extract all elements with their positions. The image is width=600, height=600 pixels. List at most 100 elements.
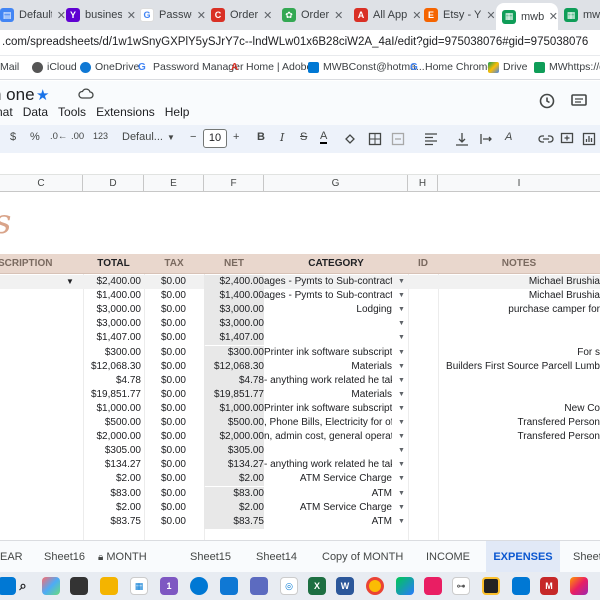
cell-tax[interactable]: $0.00: [144, 430, 186, 444]
browser-tab[interactable]: A All App ✕: [354, 3, 424, 27]
cell-net[interactable]: $3,000.00: [204, 317, 264, 332]
photos-icon[interactable]: ◎: [280, 577, 298, 595]
sheet-tab[interactable]: Sheet: [573, 541, 600, 573]
excel-icon[interactable]: X: [308, 577, 326, 595]
percent-format-button[interactable]: %: [30, 131, 40, 143]
edge-icon[interactable]: [190, 577, 208, 595]
file-explorer-icon[interactable]: [100, 577, 118, 595]
link-icon[interactable]: [538, 133, 554, 145]
menu-tools[interactable]: Tools: [58, 105, 86, 119]
chevron-down-icon[interactable]: ▼: [398, 458, 405, 472]
chevron-down-icon[interactable]: ▼: [398, 430, 405, 444]
column-header-i[interactable]: I: [438, 175, 600, 192]
cell-net[interactable]: $2,000.00: [204, 430, 264, 445]
cell-category[interactable]: ages - Pymts to Sub-contractors: [264, 289, 392, 303]
cell-category[interactable]: ages - Pymts to Sub-contractors: [264, 275, 392, 289]
outlook-icon[interactable]: [220, 577, 238, 595]
cell-notes[interactable]: [438, 317, 600, 331]
cell-total[interactable]: $500.00: [83, 416, 141, 430]
cell-tax[interactable]: $0.00: [144, 458, 186, 472]
bookmark[interactable]: G Password Manager: [138, 61, 243, 73]
cell-tax[interactable]: $0.00: [144, 374, 186, 388]
cell-category[interactable]: Printer ink software subscriptions: [264, 346, 392, 360]
cell-net[interactable]: $300.00: [204, 345, 264, 360]
header-notes[interactable]: NOTES: [438, 254, 600, 274]
header-category[interactable]: CATEGORY: [264, 254, 408, 274]
cell-tax[interactable]: $0.00: [144, 515, 186, 529]
chrome-icon[interactable]: [366, 577, 384, 595]
sheet-tab[interactable]: Sheet15: [190, 541, 231, 573]
cell-tax[interactable]: $0.00: [144, 317, 186, 331]
decrease-decimal-button[interactable]: .0←: [50, 131, 67, 142]
horizontal-align-icon[interactable]: [424, 132, 440, 146]
bold-button[interactable]: B: [257, 131, 265, 143]
chevron-down-icon[interactable]: ▼: [398, 346, 405, 360]
chevron-down-icon[interactable]: ▼: [398, 487, 405, 501]
cell-category[interactable]: Materials: [264, 388, 392, 402]
cell-category[interactable]: Printer ink software subscriptions: [264, 402, 392, 416]
cloud-icon[interactable]: [78, 87, 94, 99]
font-family-select[interactable]: Defaul...: [122, 131, 163, 143]
insert-comment-icon[interactable]: [560, 132, 574, 146]
currency-format-button[interactable]: $: [10, 131, 16, 143]
cell-category[interactable]: Materials: [264, 360, 392, 374]
cell-total[interactable]: $3,000.00: [83, 303, 142, 317]
cell-notes[interactable]: [438, 487, 600, 501]
header-tax[interactable]: TAX: [144, 254, 204, 274]
header-description[interactable]: SCRIPTION: [0, 254, 83, 274]
chevron-down-icon[interactable]: ▼: [398, 317, 405, 331]
header-net[interactable]: NET: [204, 254, 264, 274]
close-icon[interactable]: ✕: [57, 9, 66, 22]
cell-category[interactable]: [264, 317, 392, 331]
cell-net[interactable]: $83.75: [204, 514, 264, 529]
chevron-down-icon[interactable]: ▼: [398, 402, 405, 416]
cell-net[interactable]: $2.00: [204, 472, 264, 487]
chevron-down-icon[interactable]: ▼: [398, 331, 405, 345]
bookmark[interactable]: OneDrive: [80, 61, 139, 73]
decrease-font-size-button[interactable]: −: [190, 131, 196, 143]
formula-bar[interactable]: [0, 153, 600, 175]
bookmark[interactable]: G Home Chrome: [410, 61, 493, 73]
cell-notes[interactable]: [438, 472, 600, 486]
cell-total[interactable]: $1,407.00: [83, 331, 142, 345]
chevron-down-icon[interactable]: ▼: [398, 289, 405, 303]
column-header-c[interactable]: C: [0, 175, 83, 192]
text-rotation-icon[interactable]: A: [505, 131, 512, 143]
cell-notes[interactable]: [438, 458, 600, 472]
close-icon[interactable]: ✕: [263, 9, 272, 22]
close-icon[interactable]: ✕: [334, 9, 343, 22]
insert-chart-icon[interactable]: [582, 132, 596, 146]
cell-total[interactable]: $2,400.00: [83, 275, 142, 289]
chevron-down-icon[interactable]: ▼: [398, 360, 405, 374]
sheet-tab[interactable]: Sheet14: [256, 541, 297, 573]
app-icon[interactable]: [424, 577, 442, 595]
cell-notes[interactable]: Transfered Person: [438, 430, 600, 444]
sheet-tab-locked[interactable]: 🔒︎ MONTH: [98, 541, 147, 573]
copilot-icon[interactable]: [42, 577, 60, 595]
column-header-e[interactable]: E: [144, 175, 204, 192]
browser-tab[interactable]: ▤ Default ✕: [0, 3, 66, 27]
cell-net[interactable]: $305.00: [204, 444, 264, 459]
text-color-button[interactable]: A: [320, 131, 328, 144]
chevron-down-icon[interactable]: ▼: [398, 275, 405, 289]
cell-notes[interactable]: Michael Brushia: [438, 289, 600, 303]
cell-net[interactable]: $1,000.00: [204, 401, 264, 416]
cell-notes[interactable]: [438, 331, 600, 345]
cell-total[interactable]: $305.00: [83, 444, 141, 458]
cell-tax[interactable]: $0.00: [144, 289, 186, 303]
cell-net[interactable]: $19,851.77: [204, 387, 264, 402]
browser-tab[interactable]: ✿ Order ✕: [282, 3, 352, 27]
font-size-input[interactable]: 10: [203, 129, 227, 148]
browser-tab[interactable]: E Etsy - Y ✕: [424, 3, 496, 27]
cell-tax[interactable]: $0.00: [144, 472, 186, 486]
increase-decimal-button[interactable]: .00: [71, 131, 84, 142]
chevron-down-icon[interactable]: ▼: [66, 275, 74, 289]
cell-notes[interactable]: purchase camper for: [438, 303, 600, 317]
cell-tax[interactable]: $0.00: [144, 275, 186, 289]
sheet-tab[interactable]: Copy of MONTH: [322, 541, 403, 573]
cell-total[interactable]: $300.00: [83, 346, 141, 360]
cell-total[interactable]: $83.75: [83, 515, 141, 529]
cell-category[interactable]: [264, 444, 392, 458]
cell-total[interactable]: $4.78: [83, 374, 141, 388]
cell-total[interactable]: $2.00: [83, 501, 141, 515]
